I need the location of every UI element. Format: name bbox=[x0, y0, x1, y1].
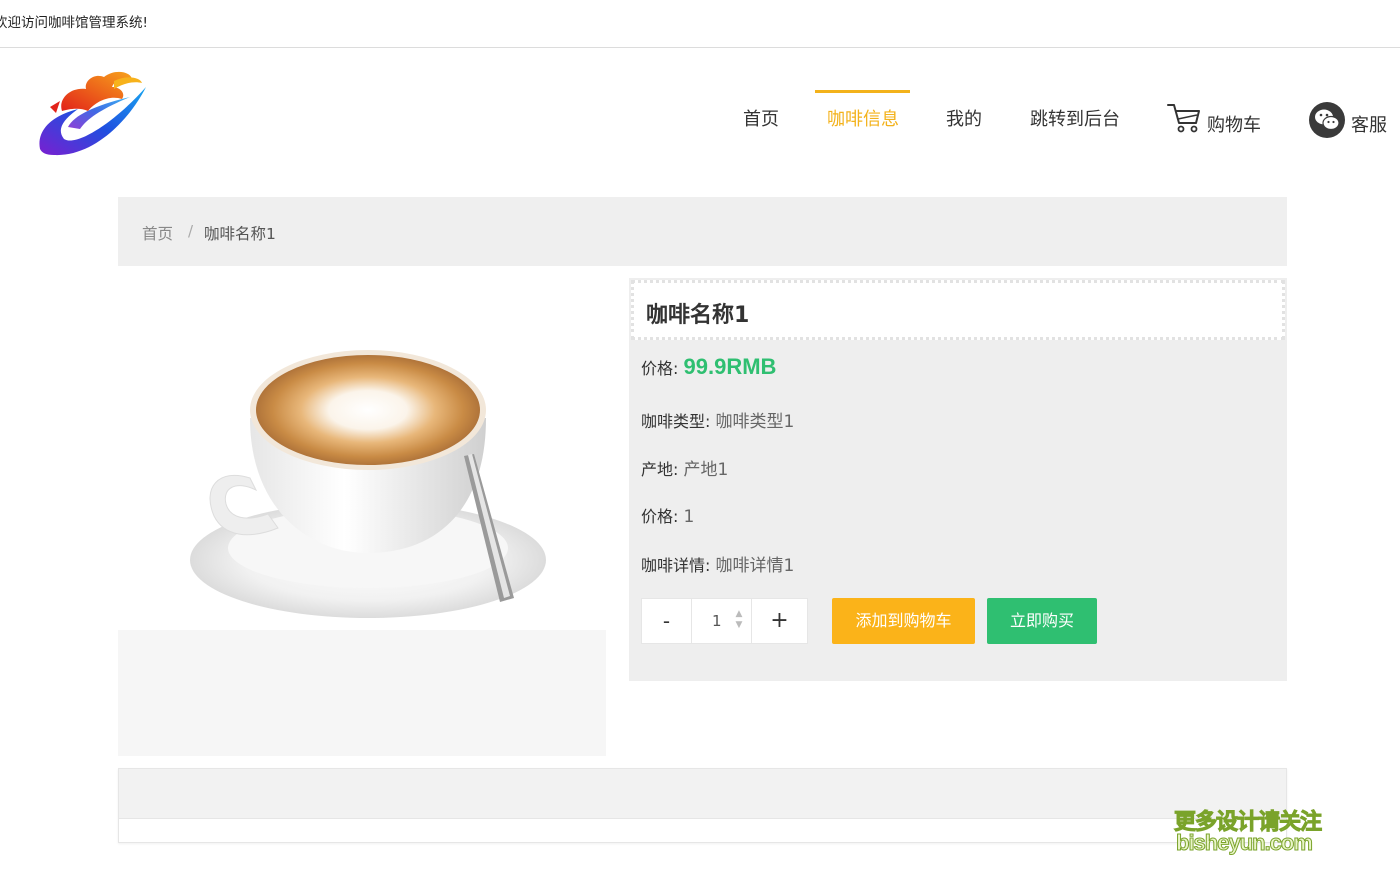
buy-now-button[interactable]: 立即购买 bbox=[987, 598, 1097, 644]
nav-item-home[interactable]: 首页 bbox=[743, 105, 779, 131]
quantity-value: 1 bbox=[712, 612, 722, 630]
watermark-line2: bisheyun.com bbox=[1176, 830, 1314, 856]
origin-value: 产地1 bbox=[683, 460, 729, 480]
quantity-input[interactable]: 1 ▲ ▼ bbox=[692, 598, 751, 644]
detail-section-header bbox=[119, 769, 1286, 819]
quantity-increase-button[interactable]: + bbox=[751, 598, 808, 644]
breadcrumb-current: 咖啡名称1 bbox=[204, 225, 276, 243]
type-row: 咖啡类型: 咖啡类型1 bbox=[641, 407, 794, 432]
wechat-icon[interactable] bbox=[1309, 102, 1345, 138]
image-thumbnail-strip bbox=[118, 630, 606, 756]
price2-value: 1 bbox=[683, 507, 695, 527]
coffee-cup-image bbox=[118, 278, 606, 630]
nav-service-label[interactable]: 客服 bbox=[1351, 111, 1387, 137]
breadcrumb-home[interactable]: 首页 bbox=[142, 222, 173, 244]
price-row: 价格: 99.9RMB bbox=[641, 354, 776, 380]
cart-icon[interactable] bbox=[1166, 101, 1202, 135]
detail-value: 咖啡详情1 bbox=[715, 556, 795, 576]
nav-item-backend[interactable]: 跳转到后台 bbox=[1030, 105, 1120, 131]
price2-label: 价格: bbox=[641, 507, 679, 526]
header: 首页 咖啡信息 我的 跳转到后台 购物车 客服 bbox=[0, 49, 1400, 189]
product-detail-section bbox=[118, 768, 1287, 843]
price-label: 价格: bbox=[641, 359, 679, 378]
type-label: 咖啡类型: bbox=[641, 412, 711, 431]
detail-label: 咖啡详情: bbox=[641, 556, 711, 575]
origin-row: 产地: 产地1 bbox=[641, 455, 728, 480]
price2-row: 价格: 1 bbox=[641, 503, 694, 527]
welcome-text: 欢迎访问咖啡馆管理系统! bbox=[0, 15, 148, 31]
watermark: 更多设计请关注 bisheyun.com bbox=[1170, 800, 1340, 860]
breadcrumb: 首页 / 咖啡名称1 bbox=[118, 197, 1287, 266]
nav-active-underline bbox=[815, 90, 910, 93]
breadcrumb-separator: / bbox=[188, 222, 194, 240]
main-nav: 首页 咖啡信息 我的 跳转到后台 购物车 客服 bbox=[0, 102, 1400, 145]
quantity-spinner-icon[interactable]: ▲ ▼ bbox=[732, 609, 746, 633]
nav-cart-label[interactable]: 购物车 bbox=[1207, 111, 1261, 137]
product-info-panel: 咖啡名称1 价格: 99.9RMB 咖啡类型: 咖啡类型1 产地: 产地1 价格… bbox=[629, 278, 1287, 681]
type-value: 咖啡类型1 bbox=[715, 412, 795, 432]
product-title: 咖啡名称1 bbox=[646, 303, 750, 328]
product-image-panel bbox=[118, 278, 606, 756]
nav-item-coffee-info[interactable]: 咖啡信息 bbox=[827, 105, 899, 131]
origin-label: 产地: bbox=[641, 460, 679, 479]
quantity-decrease-button[interactable]: - bbox=[641, 598, 692, 644]
nav-item-mine[interactable]: 我的 bbox=[946, 105, 982, 131]
price-value: 99.9RMB bbox=[683, 354, 777, 379]
top-bar: 欢迎访问咖啡馆管理系统! bbox=[0, 0, 1400, 48]
add-to-cart-button[interactable]: 添加到购物车 bbox=[832, 598, 975, 644]
detail-row: 咖啡详情: 咖啡详情1 bbox=[641, 551, 794, 576]
product-title-box: 咖啡名称1 bbox=[631, 280, 1285, 340]
